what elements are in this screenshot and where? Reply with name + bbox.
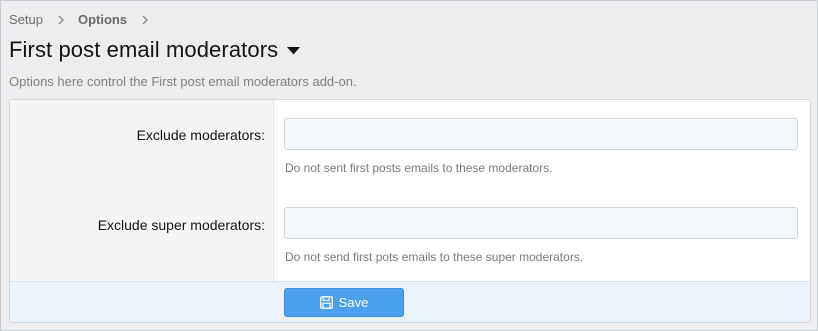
- page-description: Options here control the First post emai…: [9, 74, 357, 89]
- breadcrumb-item-options[interactable]: Options: [78, 12, 127, 27]
- save-button-label: Save: [338, 295, 369, 310]
- chevron-right-icon: [58, 15, 64, 25]
- exclude-super-moderators-label: Exclude super moderators:: [97, 217, 265, 233]
- exclude-moderators-hint: Do not sent first posts emails to these …: [285, 161, 553, 175]
- exclude-moderators-input[interactable]: [284, 118, 798, 150]
- chevron-right-icon: [142, 15, 149, 25]
- page-frame: Setup Options First post email moderator…: [0, 0, 818, 331]
- page-title: First post email moderators: [9, 37, 279, 62]
- breadcrumb: Setup Options: [9, 12, 162, 27]
- caret-down-icon[interactable]: [287, 42, 301, 60]
- exclude-moderators-label: Exclude moderators:: [136, 127, 265, 143]
- save-button[interactable]: Save: [284, 288, 404, 317]
- breadcrumb-item-setup[interactable]: Setup: [9, 12, 43, 27]
- options-form-panel: Exclude moderators: Do not sent first po…: [9, 99, 811, 323]
- form-submit-row: Save: [10, 281, 810, 322]
- exclude-super-moderators-input[interactable]: [284, 207, 798, 239]
- title-row: First post email moderators: [9, 37, 301, 63]
- save-icon: [319, 296, 333, 309]
- exclude-super-moderators-hint: Do not send first pots emails to these s…: [285, 250, 584, 264]
